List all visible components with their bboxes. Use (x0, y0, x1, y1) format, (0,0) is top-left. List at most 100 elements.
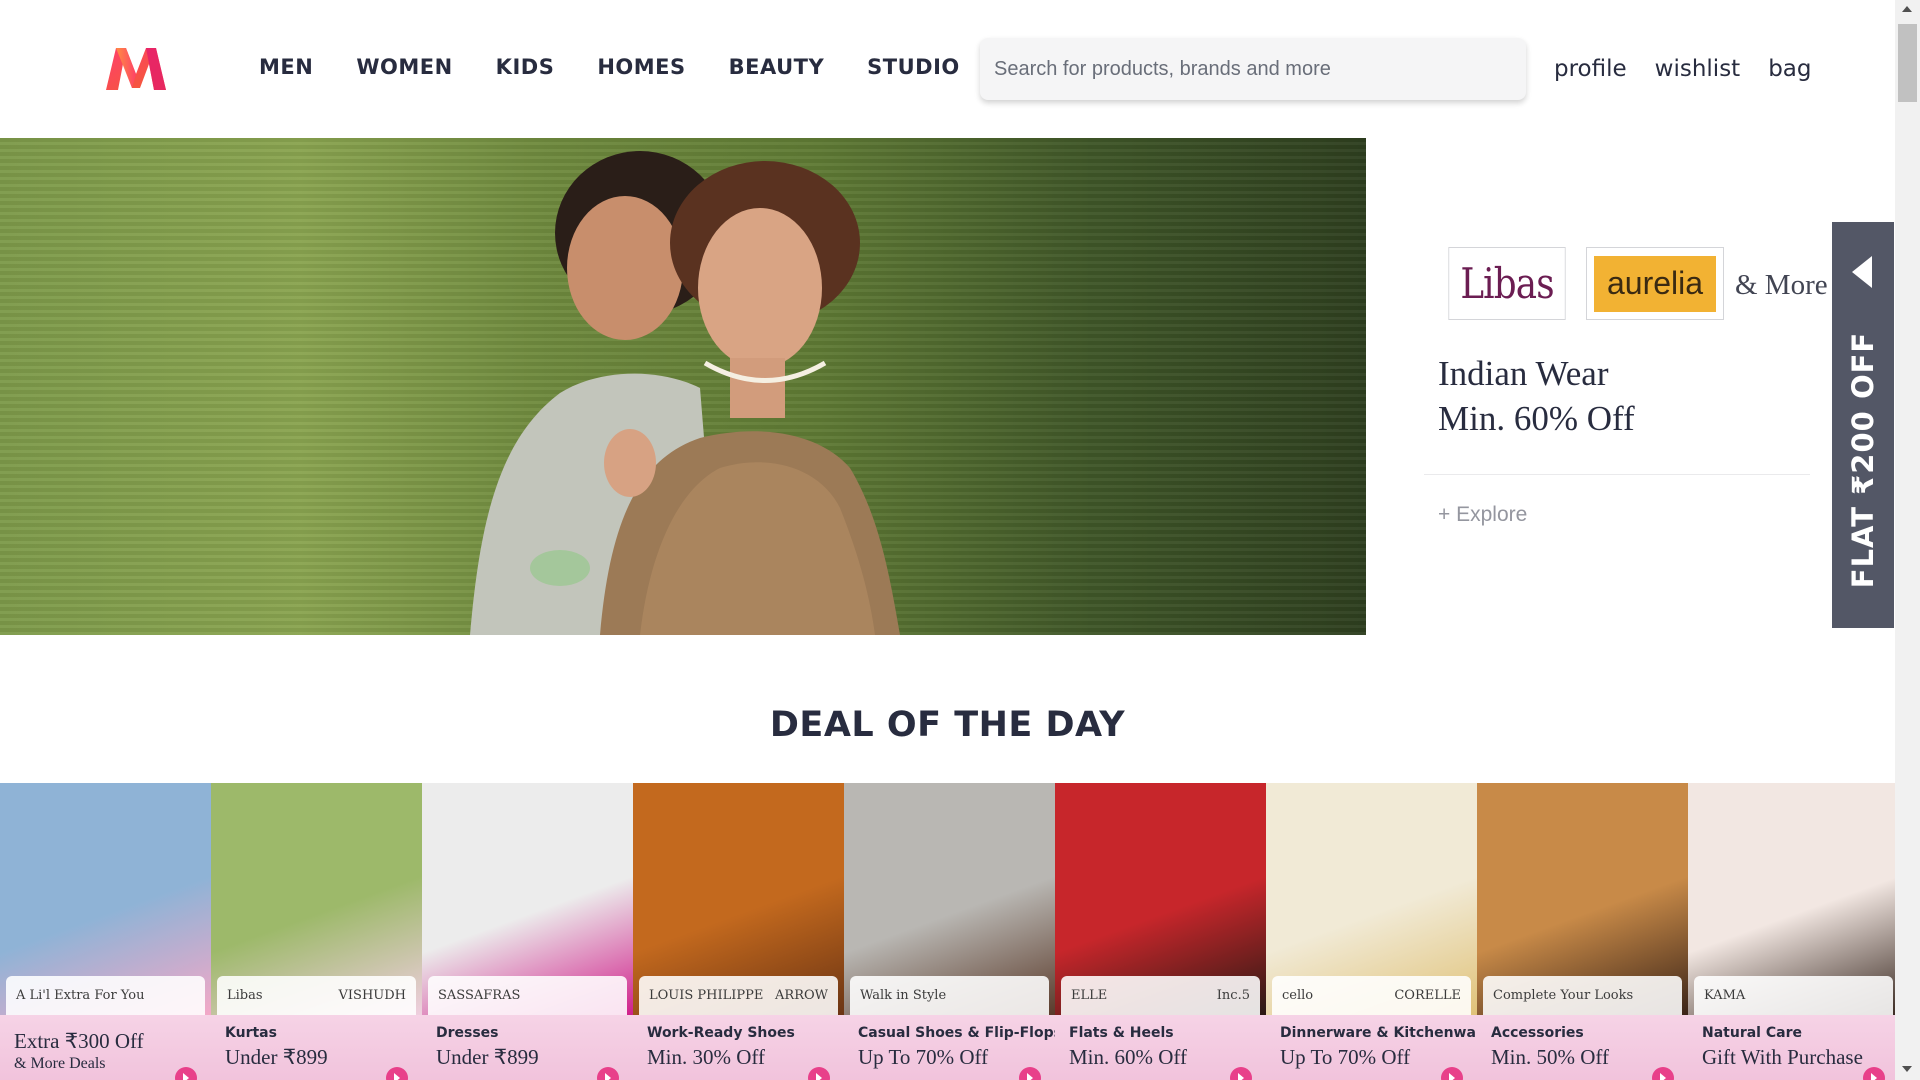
site-header: MEN WOMEN KIDS HOMES BEAUTY STUDIO profi… (0, 0, 1895, 138)
deal-brand-1: Walk in Style (860, 988, 947, 1003)
deal-brand-bar: Walk in Style (850, 976, 1049, 1015)
deal-card[interactable]: A Li'l Extra For You Extra ₹300 Off & Mo… (0, 783, 211, 1080)
arrow-right-icon[interactable] (1652, 1067, 1674, 1080)
arrow-right-icon[interactable] (808, 1067, 830, 1080)
deal-card[interactable]: ELLE Inc.5 Flats & Heels Min. 60% Off (1055, 783, 1266, 1080)
deal-brand-2: VISHUDH (338, 988, 406, 1003)
flat-offer-label: FLAT ₹200 OFF (1846, 331, 1880, 589)
deal-category: Work-Ready Shoes (647, 1025, 795, 1041)
nav-studio[interactable]: STUDIO (867, 55, 960, 79)
deal-card[interactable]: KAMA Natural Care Gift With Purchase (1688, 783, 1895, 1080)
scroll-up-arrow-icon[interactable] (1902, 6, 1912, 12)
promo-title: Indian Wear Min. 60% Off (1438, 351, 1635, 441)
hero-banner[interactable] (0, 138, 1366, 635)
deal-card[interactable]: SASSAFRAS Dresses Under ₹899 (422, 783, 633, 1080)
deal-card[interactable]: Complete Your Looks Accessories Min. 50%… (1477, 783, 1688, 1080)
deal-brand-1: ELLE (1071, 988, 1108, 1003)
deal-info: Dinnerware & Kitchenware Up To 70% Off (1266, 1015, 1477, 1080)
deal-category: Kurtas (225, 1025, 277, 1041)
main-nav: MEN WOMEN KIDS HOMES BEAUTY STUDIO (259, 55, 1003, 79)
promo-title-line1: Indian Wear (1438, 354, 1609, 393)
deal-info: Dresses Under ₹899 (422, 1015, 633, 1080)
deal-offer: Extra ₹300 Off (14, 1029, 144, 1053)
deal-category: Casual Shoes & Flip-Flops (858, 1025, 1055, 1041)
deal-info: Work-Ready Shoes Min. 30% Off (633, 1015, 844, 1080)
search-box (980, 38, 1526, 100)
deal-category: Accessories (1491, 1025, 1584, 1041)
deal-brand-1: A Li'l Extra For You (16, 988, 145, 1003)
deal-info: Accessories Min. 50% Off (1477, 1015, 1688, 1080)
arrow-right-icon[interactable] (1863, 1067, 1885, 1080)
deal-brand-1: SASSAFRAS (438, 988, 521, 1003)
deal-brand-bar: Complete Your Looks (1483, 976, 1682, 1015)
deal-info: Natural Care Gift With Purchase (1688, 1015, 1895, 1080)
deal-card[interactable]: Libas VISHUDH Kurtas Under ₹899 (211, 783, 422, 1080)
nav-women[interactable]: WOMEN (356, 55, 452, 79)
deal-offer: Under ₹899 (436, 1045, 539, 1069)
deal-offer: Up To 70% Off (1280, 1045, 1411, 1069)
arrow-left-icon (1852, 256, 1872, 288)
deal-card[interactable]: LOUIS PHILIPPE ARROW Work-Ready Shoes Min… (633, 783, 844, 1080)
deal-brand-bar: KAMA (1694, 976, 1893, 1015)
deal-brand-1: cello (1282, 988, 1314, 1003)
nav-kids[interactable]: KIDS (496, 55, 555, 79)
deal-category: Natural Care (1702, 1025, 1802, 1041)
hero-models-image (470, 151, 900, 635)
deal-info: Casual Shoes & Flip-Flops Up To 70% Off (844, 1015, 1055, 1080)
deal-brand-2: ARROW (775, 988, 828, 1003)
arrow-right-icon[interactable] (1230, 1067, 1252, 1080)
deal-info: Flats & Heels Min. 60% Off (1055, 1015, 1266, 1080)
deal-brand-bar: ELLE Inc.5 (1061, 976, 1260, 1015)
deal-info: Extra ₹300 Off & More Deals (0, 1015, 211, 1080)
deals-row: A Li'l Extra For You Extra ₹300 Off & Mo… (0, 783, 1895, 1080)
nav-homes[interactable]: HOMES (597, 55, 685, 79)
deal-brand-bar: LOUIS PHILIPPE ARROW (639, 976, 838, 1015)
brand-logo-aurelia[interactable]: aurelia (1586, 247, 1724, 320)
header-actions: profile wishlist bag (1554, 56, 1840, 82)
deal-category: Flats & Heels (1069, 1025, 1174, 1041)
brand-logo-libas[interactable]: Libas (1448, 247, 1566, 320)
search-input[interactable] (994, 57, 1526, 81)
deal-brand-2: CORELLE (1394, 988, 1461, 1003)
section-title: DEAL OF THE DAY (769, 705, 1126, 745)
explore-link[interactable]: + Explore (1438, 503, 1527, 527)
deal-offer: Up To 70% Off (858, 1045, 989, 1069)
myntra-logo-icon[interactable] (102, 44, 170, 94)
deal-brand-bar: Libas VISHUDH (217, 976, 416, 1015)
wishlist-link[interactable]: wishlist (1655, 56, 1741, 82)
promo-divider (1424, 474, 1810, 475)
deal-brand-1: LOUIS PHILIPPE (649, 988, 764, 1003)
deal-brand-2: Inc.5 (1216, 988, 1250, 1003)
deal-card[interactable]: cello CORELLE Dinnerware & Kitchenware Up… (1266, 783, 1477, 1080)
deal-category: Dresses (436, 1025, 499, 1041)
deal-offer-line2: & More Deals (14, 1055, 106, 1072)
arrow-right-icon[interactable] (1019, 1067, 1041, 1080)
bag-link[interactable]: bag (1768, 56, 1811, 82)
deal-category: Dinnerware & Kitchenware (1280, 1025, 1477, 1041)
deal-offer: Min. 60% Off (1069, 1045, 1188, 1069)
profile-link[interactable]: profile (1554, 56, 1627, 82)
nav-beauty[interactable]: BEAUTY (729, 55, 825, 79)
deal-brand-1: KAMA (1704, 988, 1746, 1003)
page-scrollbar[interactable] (1895, 0, 1920, 1080)
arrow-right-icon[interactable] (1441, 1067, 1463, 1080)
flat-offer-tab[interactable]: FLAT ₹200 OFF (1832, 222, 1894, 628)
and-more-text: & More (1735, 269, 1828, 301)
deal-card[interactable]: Walk in Style Casual Shoes & Flip-Flops … (844, 783, 1055, 1080)
promo-panel: Libas aurelia & More Indian Wear Min. 60… (1366, 138, 1832, 635)
arrow-right-icon[interactable] (597, 1067, 619, 1080)
deal-offer: Under ₹899 (225, 1045, 328, 1069)
scroll-down-arrow-icon[interactable] (1902, 1066, 1912, 1072)
deal-offer: Min. 30% Off (647, 1045, 766, 1069)
arrow-right-icon[interactable] (386, 1067, 408, 1080)
deal-brand-1: Libas (227, 988, 263, 1003)
deal-info: Kurtas Under ₹899 (211, 1015, 422, 1080)
scroll-thumb[interactable] (1898, 24, 1917, 102)
aurelia-label: aurelia (1594, 255, 1716, 312)
deal-brand-bar: cello CORELLE (1272, 976, 1471, 1015)
deal-brand-bar: SASSAFRAS (428, 976, 627, 1015)
nav-men[interactable]: MEN (259, 55, 313, 79)
page: MEN WOMEN KIDS HOMES BEAUTY STUDIO profi… (0, 0, 1920, 1080)
arrow-right-icon[interactable] (175, 1067, 197, 1080)
deal-brand-bar: A Li'l Extra For You (6, 976, 205, 1015)
